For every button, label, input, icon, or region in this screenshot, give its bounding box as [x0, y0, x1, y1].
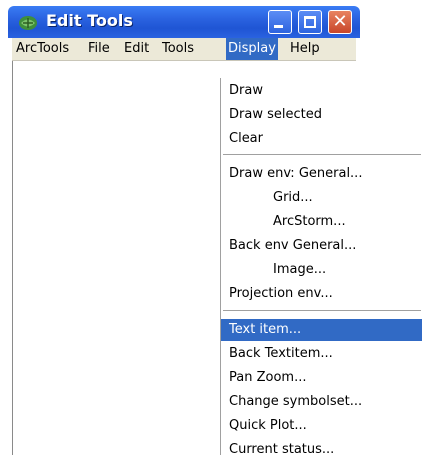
menu-display[interactable]: Display [226, 38, 278, 60]
menu-item-draw[interactable]: Draw [221, 80, 422, 102]
maximize-icon [304, 16, 316, 28]
menu-item-pan-zoom[interactable]: Pan Zoom... [221, 367, 422, 389]
menu-file[interactable]: File [86, 38, 112, 60]
menu-item-back-textitem[interactable]: Back Textitem... [221, 343, 422, 365]
menu-edit[interactable]: Edit [122, 38, 151, 60]
menu-item-draw-selected[interactable]: Draw selected [221, 104, 422, 126]
close-button[interactable]: ✕ [328, 10, 352, 34]
menu-item-back-env-general[interactable]: Back env General... [221, 235, 422, 257]
display-dropdown-menu: Draw Draw selected Clear Draw env: Gener… [220, 78, 422, 457]
close-icon: ✕ [332, 11, 348, 32]
menu-item-change-symbolset[interactable]: Change symbolset... [221, 391, 422, 413]
minimize-icon [274, 25, 283, 28]
menu-item-quick-plot[interactable]: Quick Plot... [221, 415, 422, 437]
window-title: Edit Tools [46, 11, 133, 30]
maximize-button[interactable] [298, 10, 322, 34]
menu-item-image[interactable]: Image... [221, 259, 422, 281]
minimize-button[interactable] [268, 10, 292, 34]
menu-tools[interactable]: Tools [160, 38, 196, 60]
menu-item-text-item[interactable]: Text item... [221, 319, 422, 341]
title-bar[interactable]: Edit Tools ✕ [8, 6, 360, 38]
menu-arctools[interactable]: ArcTools [14, 38, 71, 60]
menu-separator [223, 154, 421, 156]
menu-item-projection-env[interactable]: Projection env... [221, 283, 422, 305]
menu-item-draw-env-general[interactable]: Draw env: General... [221, 163, 422, 185]
menu-item-clear[interactable]: Clear [221, 128, 422, 150]
menu-item-arcstorm[interactable]: ArcStorm... [221, 211, 422, 233]
menu-separator [223, 310, 421, 312]
menu-item-current-status[interactable]: Current status... [221, 439, 422, 461]
app-icon [18, 14, 38, 32]
menu-help[interactable]: Help [288, 38, 322, 60]
menu-item-grid[interactable]: Grid... [221, 187, 422, 209]
menu-bar: ArcTools File Edit Tools Display Help [12, 38, 356, 61]
